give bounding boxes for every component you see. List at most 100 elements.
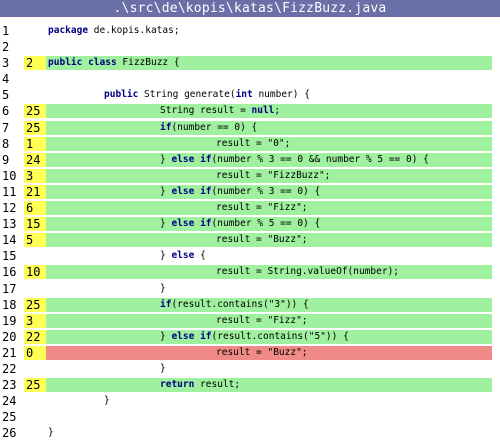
code-token: String generate(: [138, 89, 236, 101]
hit-count: 25: [24, 120, 46, 135]
line-number: 14: [2, 233, 17, 248]
source-code: return result;: [160, 377, 240, 393]
source-code: }: [160, 361, 166, 377]
code-token: }: [160, 330, 172, 342]
keyword-token: public: [104, 89, 139, 101]
source-code: }: [104, 393, 110, 409]
hit-count: [24, 410, 46, 424]
code-token: }: [160, 250, 172, 262]
code-line: 19 3 result = "Fizz";: [0, 313, 500, 329]
keyword-token: null: [251, 105, 275, 117]
code-line: 2: [0, 39, 500, 55]
line-number: 13: [2, 217, 17, 232]
hit-count: 25: [24, 104, 46, 119]
keyword-token: else: [171, 330, 195, 342]
code-token: (number == 0) {: [171, 121, 258, 133]
hit-count: 15: [24, 217, 46, 232]
keyword-token: else: [171, 153, 195, 165]
hit-count: 3: [24, 313, 46, 328]
line-number: 3: [2, 56, 10, 71]
hit-count: 2: [24, 56, 46, 71]
code-line: 18 25 if(result.contains("3")) {: [0, 297, 500, 313]
hit-count: [24, 426, 46, 440]
line-number: 11: [2, 184, 17, 199]
code-token: ;: [274, 105, 281, 117]
line-number: 24: [2, 394, 17, 409]
source-code: result = "0";: [216, 136, 290, 152]
line-number: 23: [2, 378, 17, 393]
keyword-token: return: [160, 379, 195, 391]
code-line: 12 6 result = "Fizz";: [0, 200, 500, 216]
keyword-token: int: [235, 89, 253, 101]
code-line: 9 24} else if(number % 3 == 0 && number %…: [0, 152, 500, 168]
hit-count: [24, 88, 46, 102]
source-code: if(number == 0) {: [160, 120, 257, 136]
code-token: (result.contains("5")) {: [211, 330, 349, 342]
hit-count: 3: [24, 168, 46, 183]
code-line: 20 22} else if(result.contains("5")) {: [0, 329, 500, 345]
code-line: 6 25 String result = null;: [0, 103, 500, 119]
line-number: 6: [2, 104, 10, 119]
code-token: result = "Fizz";: [216, 314, 308, 326]
code-token: result = "Buzz";: [216, 234, 308, 246]
hit-count: 25: [24, 297, 46, 312]
code-token: (number % 5 == 0) {: [211, 218, 321, 230]
code-token: result = "0";: [216, 137, 291, 149]
source-code: result = "Fizz";: [216, 200, 308, 216]
code-line: 11 21 } else if(number % 3 == 0) {: [0, 184, 500, 200]
keyword-token: else: [171, 218, 195, 230]
line-number: 18: [2, 297, 17, 312]
source-code: } else if(number % 5 == 0) {: [160, 216, 320, 232]
code-line: 24}: [0, 393, 500, 409]
code-token: }: [48, 427, 54, 439]
code-line: 4: [0, 71, 500, 87]
keyword-token: if: [200, 153, 212, 165]
line-number: 19: [2, 313, 17, 328]
line-number: 25: [2, 410, 17, 425]
code-token: result = "FizzBuzz";: [216, 169, 331, 181]
code-token: {: [194, 250, 206, 262]
code-token: (result.contains("3")) {: [171, 298, 309, 310]
keyword-token: if: [200, 330, 212, 342]
code-line: 16 10 result = String.valueOf(number);: [0, 264, 500, 280]
hit-count: [24, 394, 46, 408]
source-code: result = "Buzz";: [216, 345, 308, 361]
code-line: 21 0 result = "Buzz";: [0, 345, 500, 361]
code-token: (number % 3 == 0) {: [211, 185, 321, 197]
source-code: String result = null;: [160, 103, 280, 119]
covered-line-highlight: [46, 120, 492, 135]
code-token: }: [160, 153, 172, 165]
hit-count: [24, 362, 46, 376]
source-code: } else {: [160, 248, 206, 264]
source-code: result = "FizzBuzz";: [216, 168, 330, 184]
source-code: if(result.contains("3")) {: [160, 297, 309, 313]
code-line: 7 25 if(number == 0) {: [0, 120, 500, 136]
source-code: }: [48, 425, 54, 441]
source-code: public class FizzBuzz {: [48, 55, 180, 71]
code-token: result = "Buzz";: [216, 346, 308, 358]
source-code: }: [160, 281, 166, 297]
source-code: result = "Fizz";: [216, 313, 308, 329]
source-code: result = String.valueOf(number);: [216, 264, 399, 280]
keyword-token: else: [171, 185, 195, 197]
source-code: } else if(number % 3 == 0) {: [160, 184, 320, 200]
code-token: }: [104, 395, 110, 407]
code-line: 14 5 result = "Buzz";: [0, 232, 500, 248]
line-number: 9: [2, 152, 10, 167]
hit-count: 6: [24, 201, 46, 216]
line-number: 10: [2, 168, 17, 183]
code-line: 26}: [0, 425, 500, 441]
line-number: 12: [2, 201, 17, 216]
line-number: 20: [2, 329, 17, 344]
line-number: 15: [2, 249, 17, 264]
line-number: 26: [2, 426, 17, 441]
code-token: String result =: [160, 105, 252, 117]
keyword-token: class: [88, 57, 117, 69]
code-line: 23 25 return result;: [0, 377, 500, 393]
code-token: result;: [194, 379, 241, 391]
line-number: 5: [2, 88, 10, 103]
line-number: 22: [2, 361, 17, 376]
code-token: (number % 3 == 0 && number % 5 == 0) {: [211, 153, 429, 165]
hit-count: 1: [24, 136, 46, 151]
hit-count: 21: [24, 184, 46, 199]
